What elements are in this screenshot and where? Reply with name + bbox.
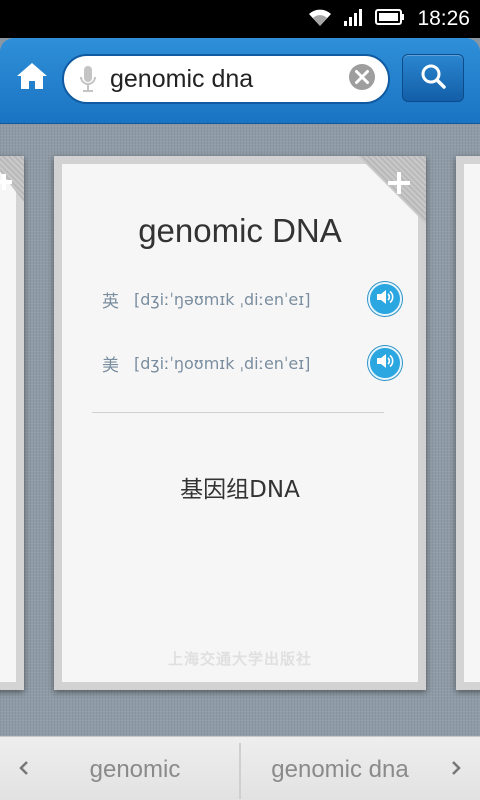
chevron-right-icon	[450, 760, 462, 780]
pronunciation-us: 美 [dʒiːˈŋoʊmɪk ˌdiːenˈeɪ]	[102, 346, 402, 380]
speaker-icon	[375, 352, 395, 374]
home-icon	[15, 61, 49, 95]
pronunciation-uk: 英 [dʒiːˈŋəʊmɪk ˌdiːenˈeɪ]	[102, 282, 402, 316]
previous-card[interactable]	[0, 156, 24, 690]
battery-icon	[375, 8, 405, 30]
add-to-wordbook-button[interactable]	[384, 170, 414, 200]
next-card[interactable]	[456, 156, 480, 690]
status-bar: 18:26	[0, 0, 480, 38]
phonetic-text: [dʒiːˈŋəʊmɪk ˌdiːenˈeɪ]	[134, 289, 311, 309]
definition-text: 基因组DNA	[180, 477, 300, 503]
search-icon	[419, 62, 447, 94]
home-button[interactable]	[10, 58, 54, 98]
phonetic-text: [dʒiːˈŋoʊmɪk ˌdiːenˈeɪ]	[134, 353, 311, 373]
wifi-icon	[307, 7, 333, 31]
signal-icon	[343, 7, 365, 31]
speaker-icon	[375, 288, 395, 310]
previous-word-link[interactable]: genomic	[40, 755, 230, 785]
divider	[92, 412, 384, 413]
clear-button[interactable]	[342, 56, 382, 102]
next-word-link[interactable]: genomic dna	[250, 755, 430, 785]
clear-icon	[347, 62, 377, 96]
status-icons	[307, 7, 405, 31]
plus-icon	[386, 170, 412, 200]
play-us-audio-button[interactable]	[368, 346, 402, 380]
word-title: genomic DNA	[138, 212, 342, 249]
microphone-icon[interactable]	[68, 56, 108, 102]
search-input[interactable]	[108, 57, 342, 101]
card-carousel[interactable]: genomic DNA 英 [dʒiːˈŋəʊmɪk ˌdiːenˈeɪ] 美 …	[0, 124, 480, 736]
app-header	[0, 38, 480, 124]
publisher-watermark: 上海交通大学出版社	[167, 650, 312, 668]
search-box	[62, 54, 390, 104]
pronunciation-label: 英	[102, 291, 119, 312]
add-icon[interactable]	[0, 170, 16, 198]
status-time: 18:26	[417, 7, 470, 30]
word-card: genomic DNA 英 [dʒiːˈŋəʊmɪk ˌdiːenˈeɪ] 美 …	[54, 156, 426, 690]
bottom-navigation: genomic genomic dna	[0, 736, 480, 800]
pronunciation-label: 美	[102, 355, 119, 376]
previous-word-button[interactable]	[10, 755, 38, 785]
bottom-divider	[239, 743, 241, 799]
search-button[interactable]	[402, 54, 464, 102]
chevron-left-icon	[18, 760, 30, 780]
play-uk-audio-button[interactable]	[368, 282, 402, 316]
next-word-button[interactable]	[442, 755, 470, 785]
